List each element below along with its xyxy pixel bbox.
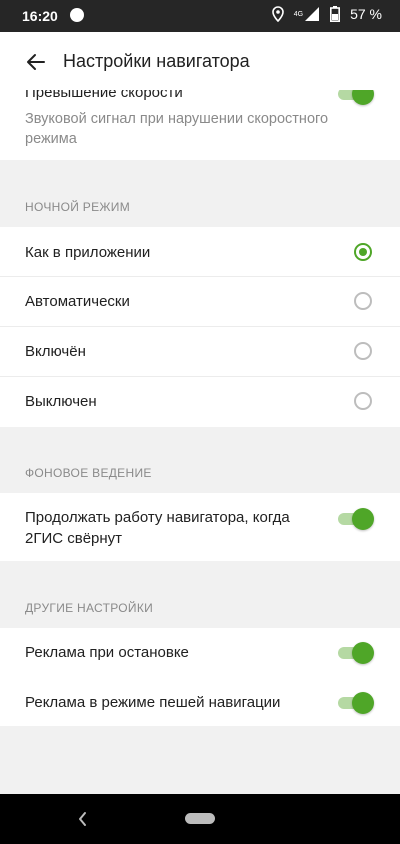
- home-pill[interactable]: [185, 813, 215, 824]
- background-header: ФОНОВОЕ ВЕДЕНИЕ: [0, 427, 400, 493]
- location-icon: [271, 6, 284, 22]
- signal-icon: 4G: [294, 6, 320, 22]
- night-mode-header-label: НОЧНОЙ РЕЖИМ: [25, 200, 131, 214]
- nav-back-icon[interactable]: [76, 810, 90, 828]
- ads-walking-toggle[interactable]: [336, 691, 374, 715]
- background-work-toggle[interactable]: [336, 507, 374, 531]
- night-mode-option-on[interactable]: Включён: [0, 327, 400, 376]
- network-label: 4G: [293, 10, 304, 18]
- option-label: Выключен: [25, 393, 97, 410]
- arrow-left-icon[interactable]: [24, 50, 48, 74]
- status-bar: 16:20 4G 57 %: [0, 0, 400, 32]
- battery-percent: 57 %: [350, 6, 382, 22]
- night-mode-header: НОЧНОЙ РЕЖИМ: [0, 160, 400, 227]
- page-title: Настройки навигатора: [63, 51, 250, 71]
- status-time: 16:20: [22, 8, 58, 24]
- night-mode-option-auto[interactable]: Автоматически: [0, 277, 400, 326]
- night-mode-option-app[interactable]: Как в приложении: [0, 227, 400, 277]
- app-notification-icon: [70, 8, 84, 22]
- system-nav-bar: [0, 794, 400, 844]
- toggle-thumb: [352, 642, 374, 664]
- background-header-label: ФОНОВОЕ ВЕДЕНИЕ: [25, 466, 152, 480]
- radio-button-selected[interactable]: [354, 243, 372, 261]
- option-label: Автоматически: [25, 293, 130, 310]
- radio-button[interactable]: [354, 292, 372, 310]
- speeding-setting[interactable]: Превышение скорости Звуковой сигнал при …: [0, 78, 400, 160]
- toggle-thumb: [352, 692, 374, 714]
- radio-button[interactable]: [354, 392, 372, 410]
- ads-walking-setting[interactable]: Реклама в режиме пешей навигации: [0, 678, 400, 726]
- setting-label: Реклама в режиме пешей навигации: [25, 694, 281, 711]
- option-label: Включён: [25, 343, 86, 360]
- toggle-thumb: [352, 508, 374, 530]
- option-label: Как в приложении: [25, 244, 151, 261]
- other-header-label: ДРУГИЕ НАСТРОЙКИ: [25, 601, 154, 615]
- background-work-setting[interactable]: Продолжать работу навигатора, когда 2ГИС…: [0, 493, 400, 561]
- ads-stop-setting[interactable]: Реклама при остановке: [0, 628, 400, 678]
- night-mode-option-off[interactable]: Выключен: [0, 377, 400, 427]
- speeding-subtitle: Звуковой сигнал при нарушении скоростног…: [25, 111, 329, 147]
- setting-label: Продолжать работу навигатора, когда 2ГИС…: [25, 509, 290, 547]
- battery-icon: [330, 6, 341, 22]
- ads-stop-toggle[interactable]: [336, 641, 374, 665]
- app-bar: Настройки навигатора: [0, 32, 400, 90]
- status-icons: 4G 57 %: [271, 6, 382, 22]
- other-header: ДРУГИЕ НАСТРОЙКИ: [0, 561, 400, 628]
- setting-label: Реклама при остановке: [25, 644, 189, 661]
- radio-button[interactable]: [354, 342, 372, 360]
